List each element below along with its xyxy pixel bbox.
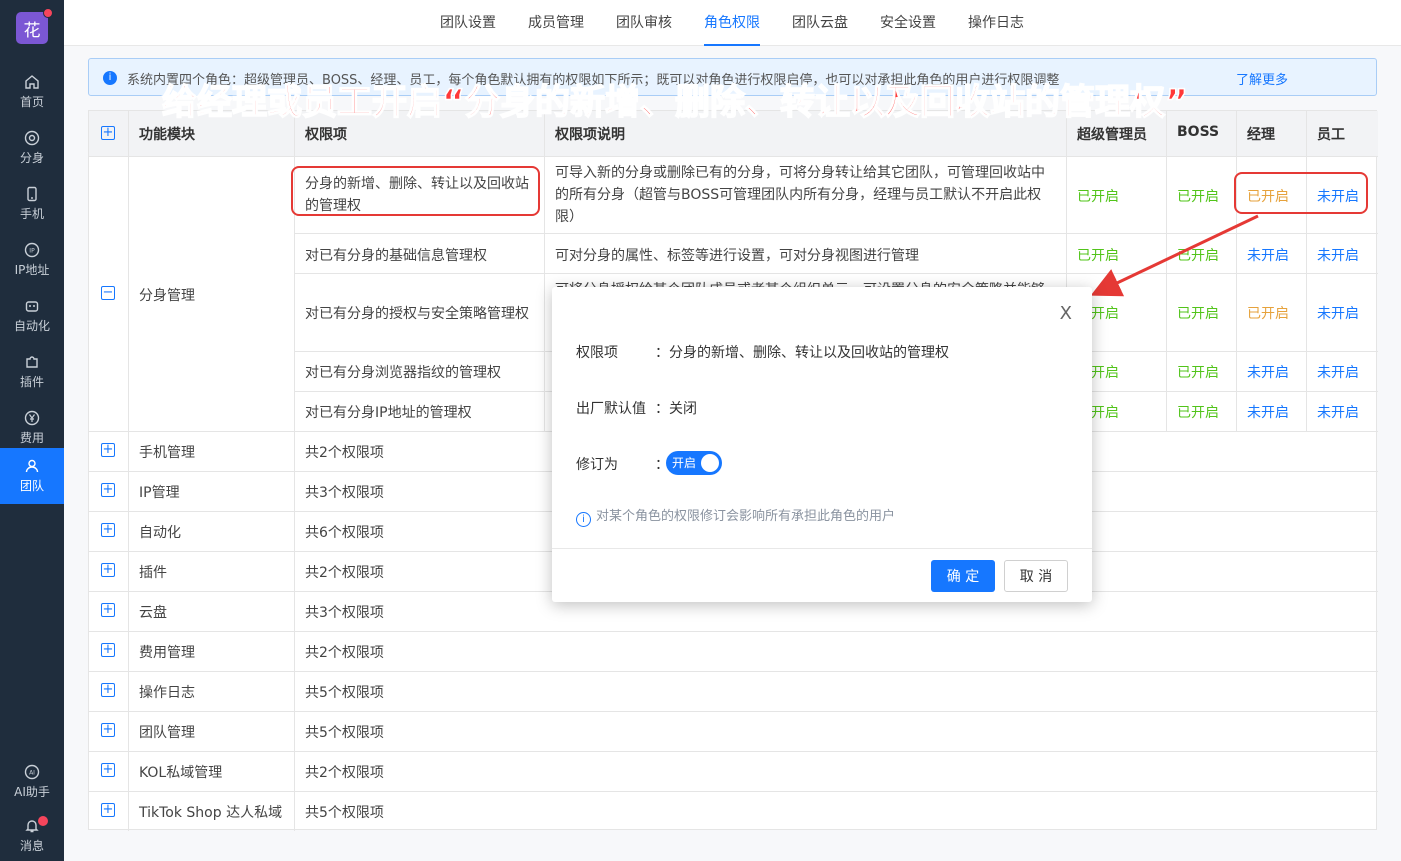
dialog-note-text: 对某个角色的权限修订会影响所有承担此角色的用户 xyxy=(596,509,896,524)
sidebar-item-home[interactable]: 首页 xyxy=(0,64,64,120)
chrome-icon xyxy=(24,130,40,146)
svg-text:IP: IP xyxy=(29,248,35,255)
notification-dot xyxy=(43,8,53,18)
sidebar-item-automation[interactable]: 自动化 xyxy=(0,288,64,344)
sidebar-item-team[interactable]: 团队 xyxy=(0,448,64,504)
permission-item-label: 权限项 xyxy=(576,345,618,361)
sidebar-item-profiles[interactable]: 分身 xyxy=(0,120,64,176)
sidebar-item-ai-assistant[interactable]: AI AI助手 xyxy=(0,754,64,810)
info-icon: i xyxy=(576,512,591,527)
robot-icon xyxy=(25,301,39,312)
sidebar-item-plugins[interactable]: 插件 xyxy=(0,344,64,400)
close-icon[interactable]: X xyxy=(1060,305,1072,323)
sidebar-item-label: 自动化 xyxy=(13,319,50,333)
toggle-knob xyxy=(701,454,719,472)
team-icon xyxy=(25,459,39,473)
revise-toggle-switch[interactable]: 开启 xyxy=(666,451,722,475)
svg-text:AI: AI xyxy=(29,770,35,777)
sidebar-item-label: 手机 xyxy=(19,207,44,221)
sidebar-item-label: 消息 xyxy=(19,839,44,853)
notification-dot xyxy=(38,816,48,826)
sidebar-item-label: AI助手 xyxy=(14,785,50,799)
factory-default-label: 出厂默认值 xyxy=(576,401,646,417)
confirm-button[interactable]: 确 定 xyxy=(931,560,995,592)
sidebar-item-label: 团队 xyxy=(19,479,44,493)
sidebar: 花 首页 分身 手机 IP IP地址 自动化 插件 费用 团队 AI AI助手 … xyxy=(0,0,64,861)
cancel-button[interactable]: 取 消 xyxy=(1004,560,1068,592)
sidebar-item-messages[interactable]: 消息 xyxy=(0,808,64,861)
sidebar-item-label: 费用 xyxy=(19,431,44,445)
toggle-label: 开启 xyxy=(672,456,697,470)
sidebar-item-ip[interactable]: IP IP地址 xyxy=(0,232,64,288)
permission-edit-dialog: X 权限项 ：分身的新增、删除、转让以及回收站的管理权 出厂默认值 ：关闭 修订… xyxy=(552,287,1092,602)
factory-default-value: ：关闭 xyxy=(655,401,697,417)
ai-icon: AI xyxy=(24,764,40,780)
team-logo-avatar[interactable]: 花 xyxy=(16,8,53,44)
dialog-divider xyxy=(552,548,1092,549)
sidebar-item-phone[interactable]: 手机 xyxy=(0,176,64,232)
ip-icon: IP xyxy=(24,242,40,258)
sidebar-item-label: IP地址 xyxy=(14,263,50,277)
phone-icon xyxy=(27,186,37,202)
home-icon xyxy=(25,75,39,89)
yen-icon xyxy=(24,410,40,426)
revise-to-label: 修订为 xyxy=(576,457,618,473)
sidebar-item-label: 插件 xyxy=(19,375,44,389)
sidebar-item-label: 首页 xyxy=(19,95,44,109)
permission-item-value: ：分身的新增、删除、转让以及回收站的管理权 xyxy=(655,345,949,361)
dialog-note: i 对某个角色的权限修订会影响所有承担此角色的用户 xyxy=(576,505,895,527)
sidebar-item-label: 分身 xyxy=(19,151,44,165)
puzzle-icon xyxy=(26,356,38,368)
